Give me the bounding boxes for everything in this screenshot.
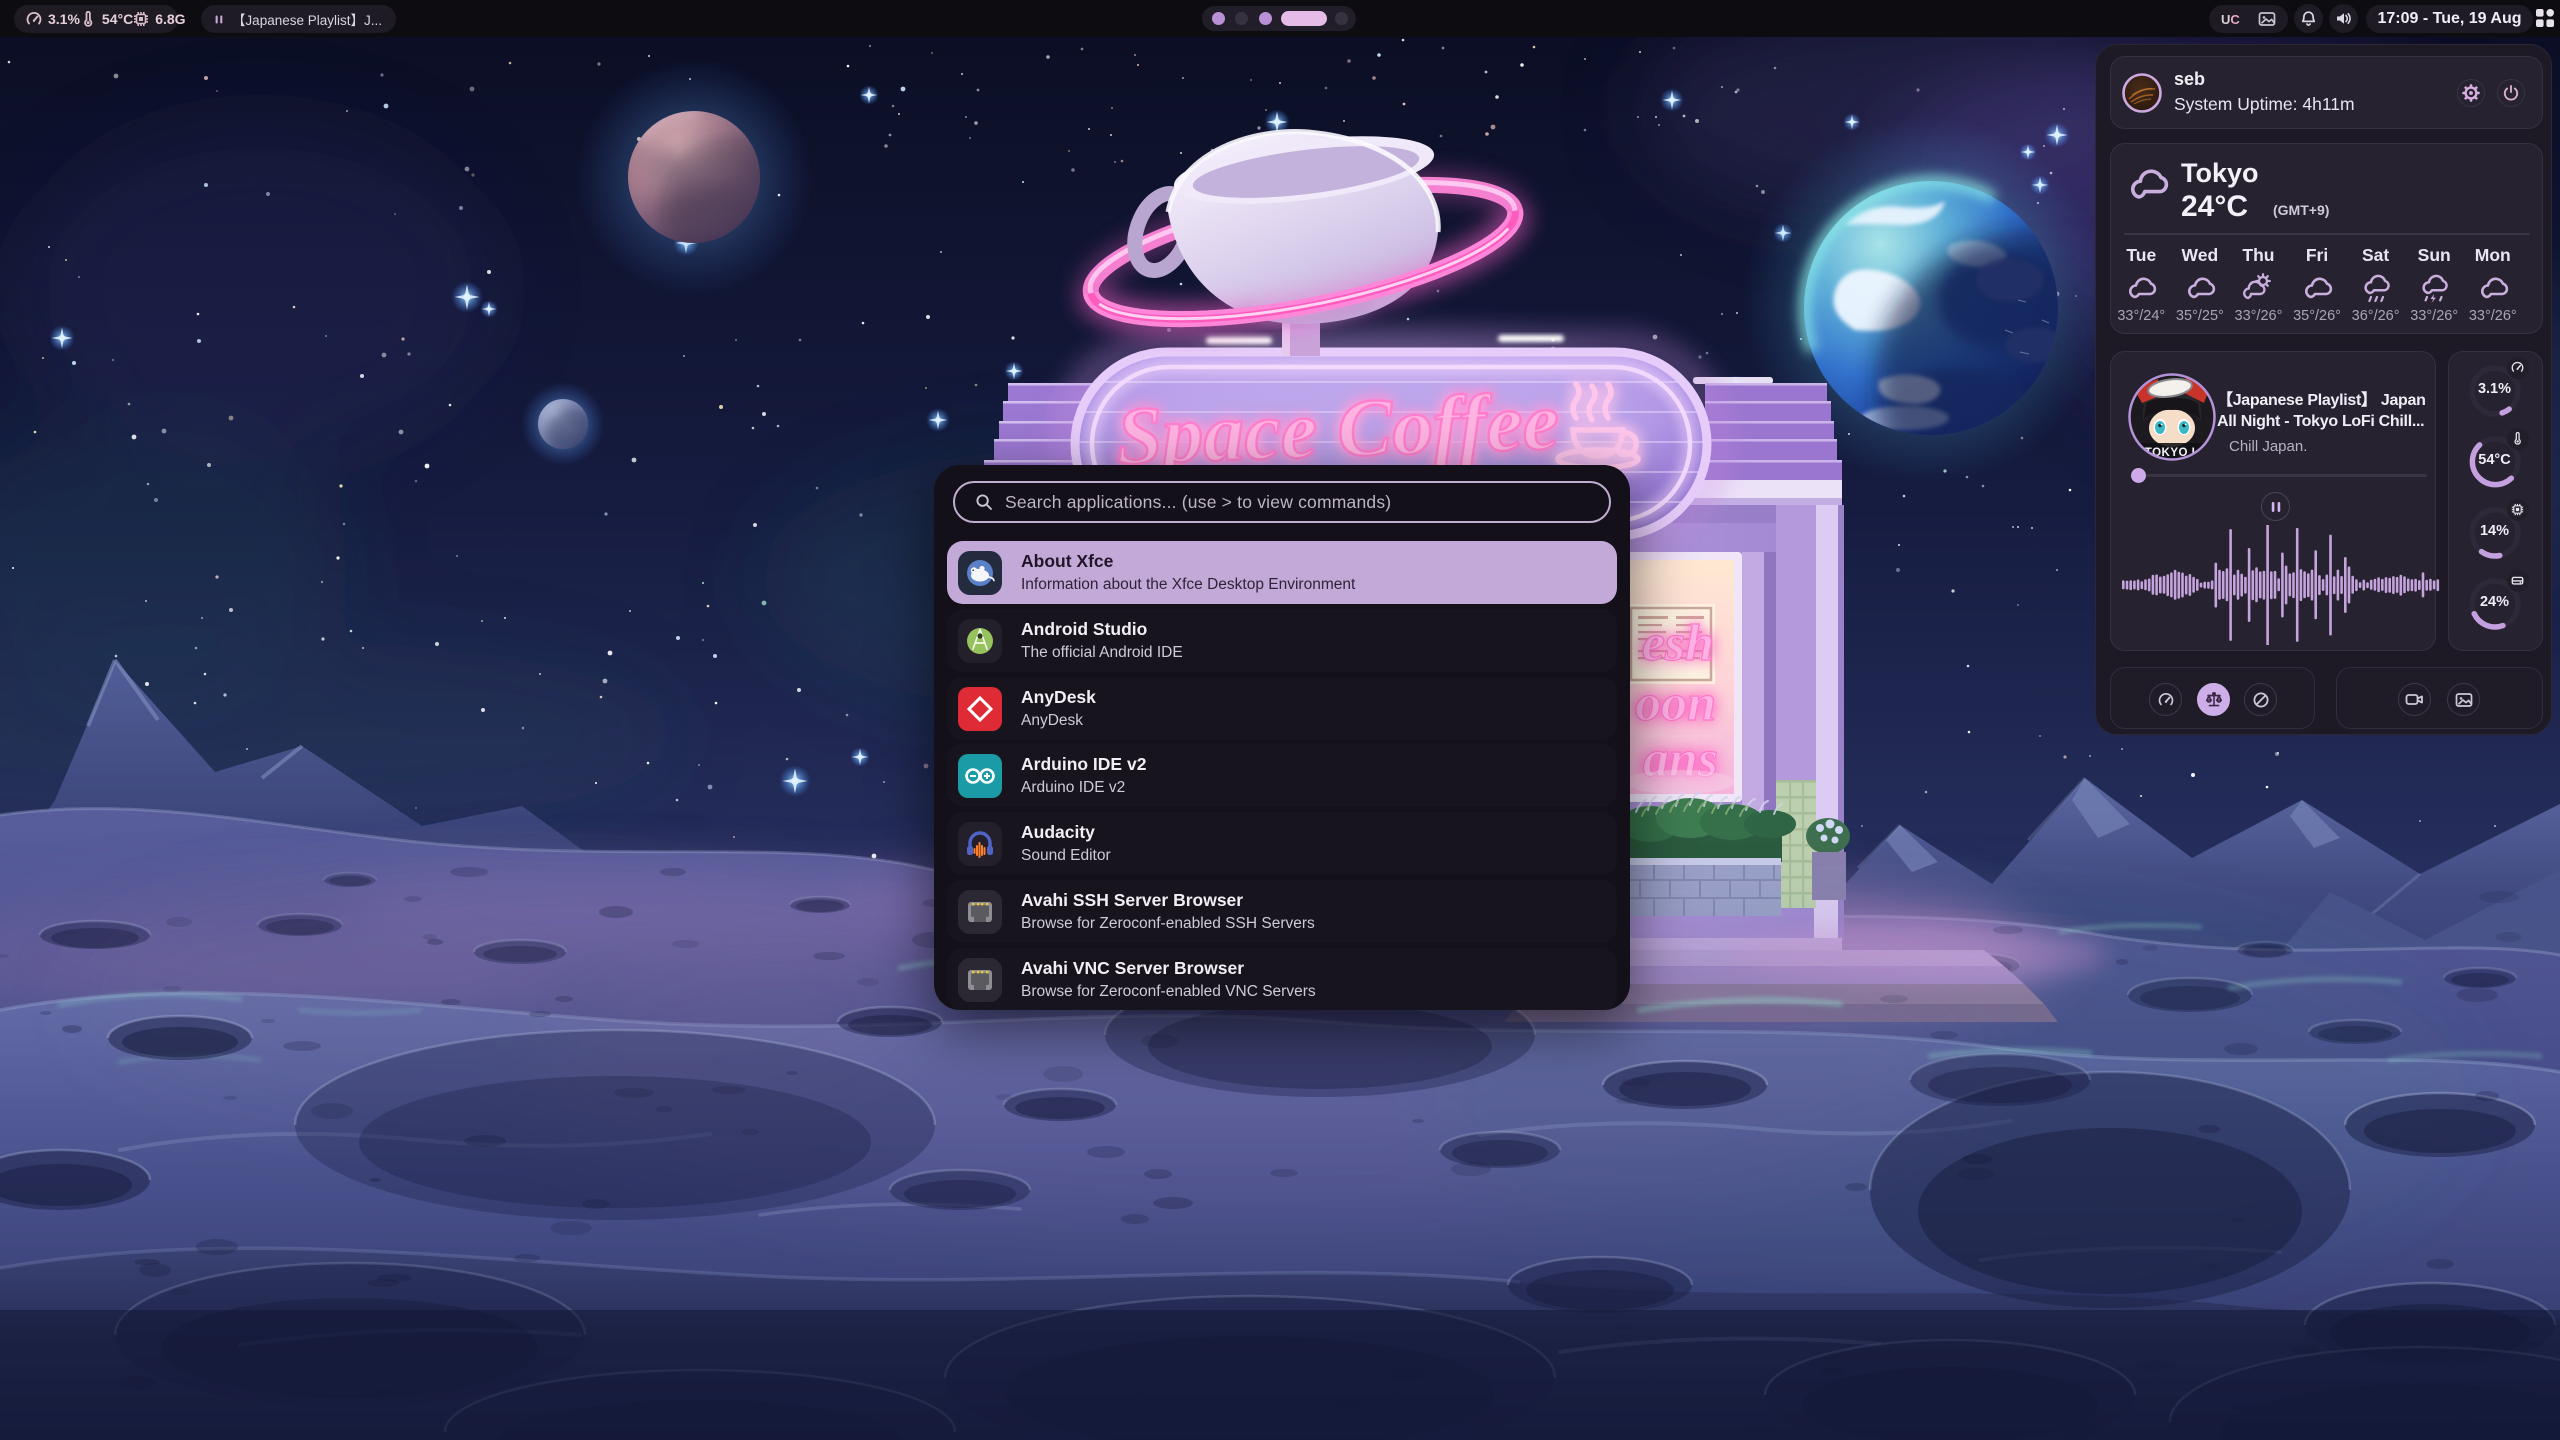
svg-text:oon: oon: [1635, 675, 1716, 732]
svg-text:TOKYO L: TOKYO L: [2145, 447, 2199, 459]
svg-text:esh: esh: [1642, 615, 1714, 672]
